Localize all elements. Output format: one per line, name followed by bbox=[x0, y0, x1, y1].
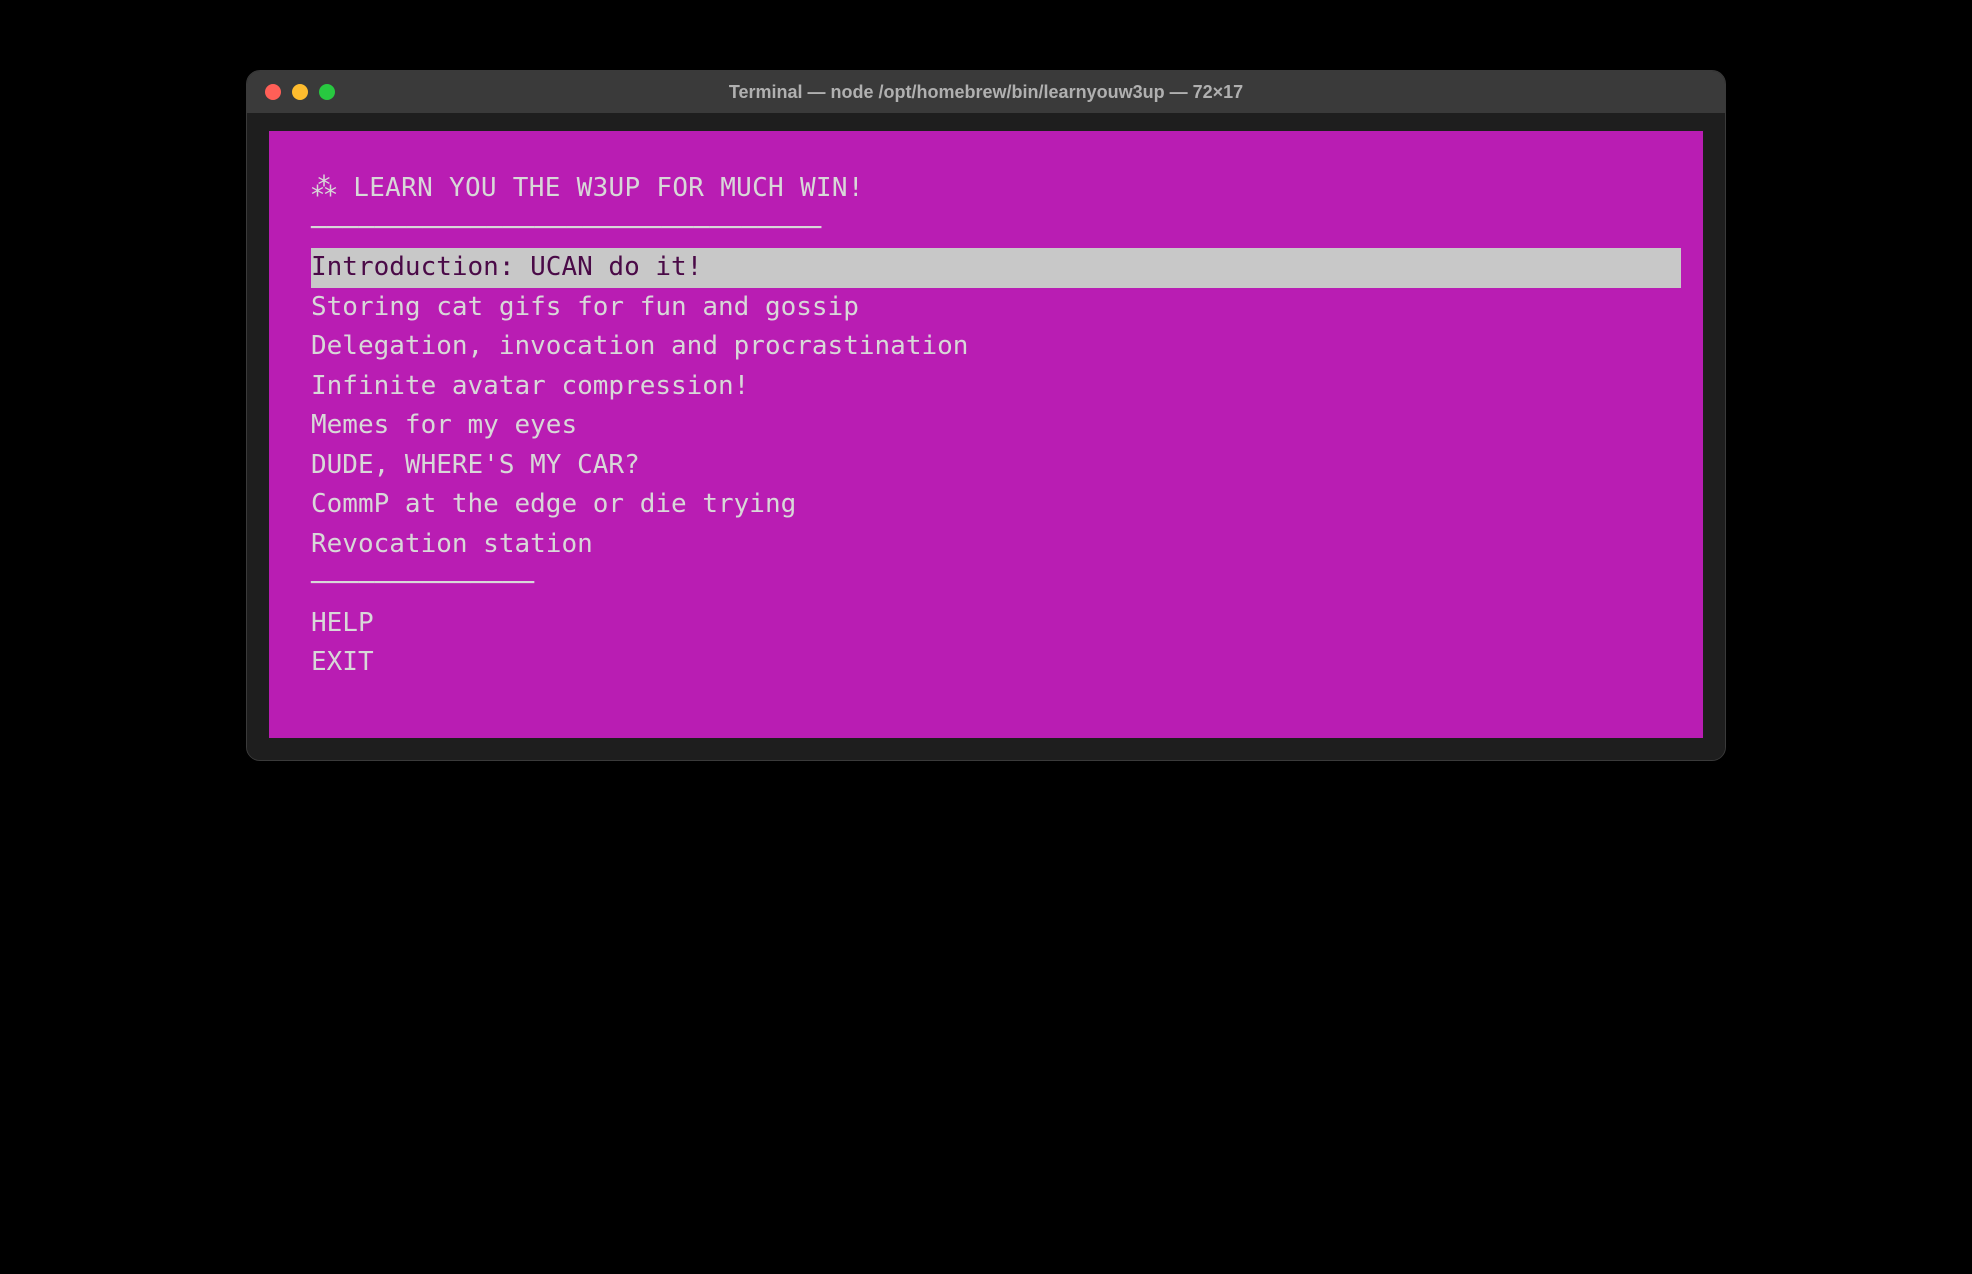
menu-item-dude-car[interactable]: DUDE, WHERE'S MY CAR? bbox=[269, 446, 1703, 486]
menu-item-label: Infinite avatar compression! bbox=[311, 371, 749, 401]
minimize-icon[interactable] bbox=[292, 84, 308, 100]
menu-item-label: EXIT bbox=[311, 647, 374, 677]
app-content: ⁂ LEARN YOU THE W3UP FOR MUCH WIN! ─────… bbox=[269, 131, 1703, 738]
menu-item-revocation[interactable]: Revocation station bbox=[269, 525, 1703, 565]
menu-item-help[interactable]: HELP bbox=[269, 604, 1703, 644]
menu-item-label: Storing cat gifs for fun and gossip bbox=[311, 292, 859, 322]
maximize-icon[interactable] bbox=[319, 84, 335, 100]
terminal-window: Terminal — node /opt/homebrew/bin/learny… bbox=[246, 70, 1726, 761]
menu-item-label: CommP at the edge or die trying bbox=[311, 489, 796, 519]
heading-text: LEARN YOU THE W3UP FOR MUCH WIN! bbox=[337, 173, 863, 203]
menu-item-label: Memes for my eyes bbox=[311, 410, 577, 440]
menu-item-delegation[interactable]: Delegation, invocation and procrastinati… bbox=[269, 327, 1703, 367]
menu-item-infinite-avatar[interactable]: Infinite avatar compression! bbox=[269, 367, 1703, 407]
menu-item-label: HELP bbox=[311, 608, 374, 638]
window-titlebar: Terminal — node /opt/homebrew/bin/learny… bbox=[247, 71, 1725, 113]
menu-item-memes[interactable]: Memes for my eyes bbox=[269, 406, 1703, 446]
menu-item-label: Introduction: UCAN do it! bbox=[311, 252, 702, 282]
menu-item-exit[interactable]: EXIT bbox=[269, 643, 1703, 683]
divider-bottom: ────────────── bbox=[269, 564, 1703, 604]
divider-top: ──────────────────────────────── bbox=[269, 209, 1703, 249]
menu-item-label: Revocation station bbox=[311, 529, 593, 559]
terminal-body: ⁂ LEARN YOU THE W3UP FOR MUCH WIN! ─────… bbox=[247, 113, 1725, 760]
traffic-lights bbox=[247, 84, 335, 100]
menu-item-commp[interactable]: CommP at the edge or die trying bbox=[269, 485, 1703, 525]
menu-item-storing-cat-gifs[interactable]: Storing cat gifs for fun and gossip bbox=[269, 288, 1703, 328]
menu-item-label: DUDE, WHERE'S MY CAR? bbox=[311, 450, 640, 480]
window-title: Terminal — node /opt/homebrew/bin/learny… bbox=[247, 82, 1725, 103]
heading-icon: ⁂ bbox=[311, 173, 337, 203]
menu-item-label: Delegation, invocation and procrastinati… bbox=[311, 331, 968, 361]
menu-item-introduction[interactable]: Introduction: UCAN do it! bbox=[311, 248, 1681, 288]
close-icon[interactable] bbox=[265, 84, 281, 100]
app-heading: ⁂ LEARN YOU THE W3UP FOR MUCH WIN! bbox=[269, 169, 1703, 209]
